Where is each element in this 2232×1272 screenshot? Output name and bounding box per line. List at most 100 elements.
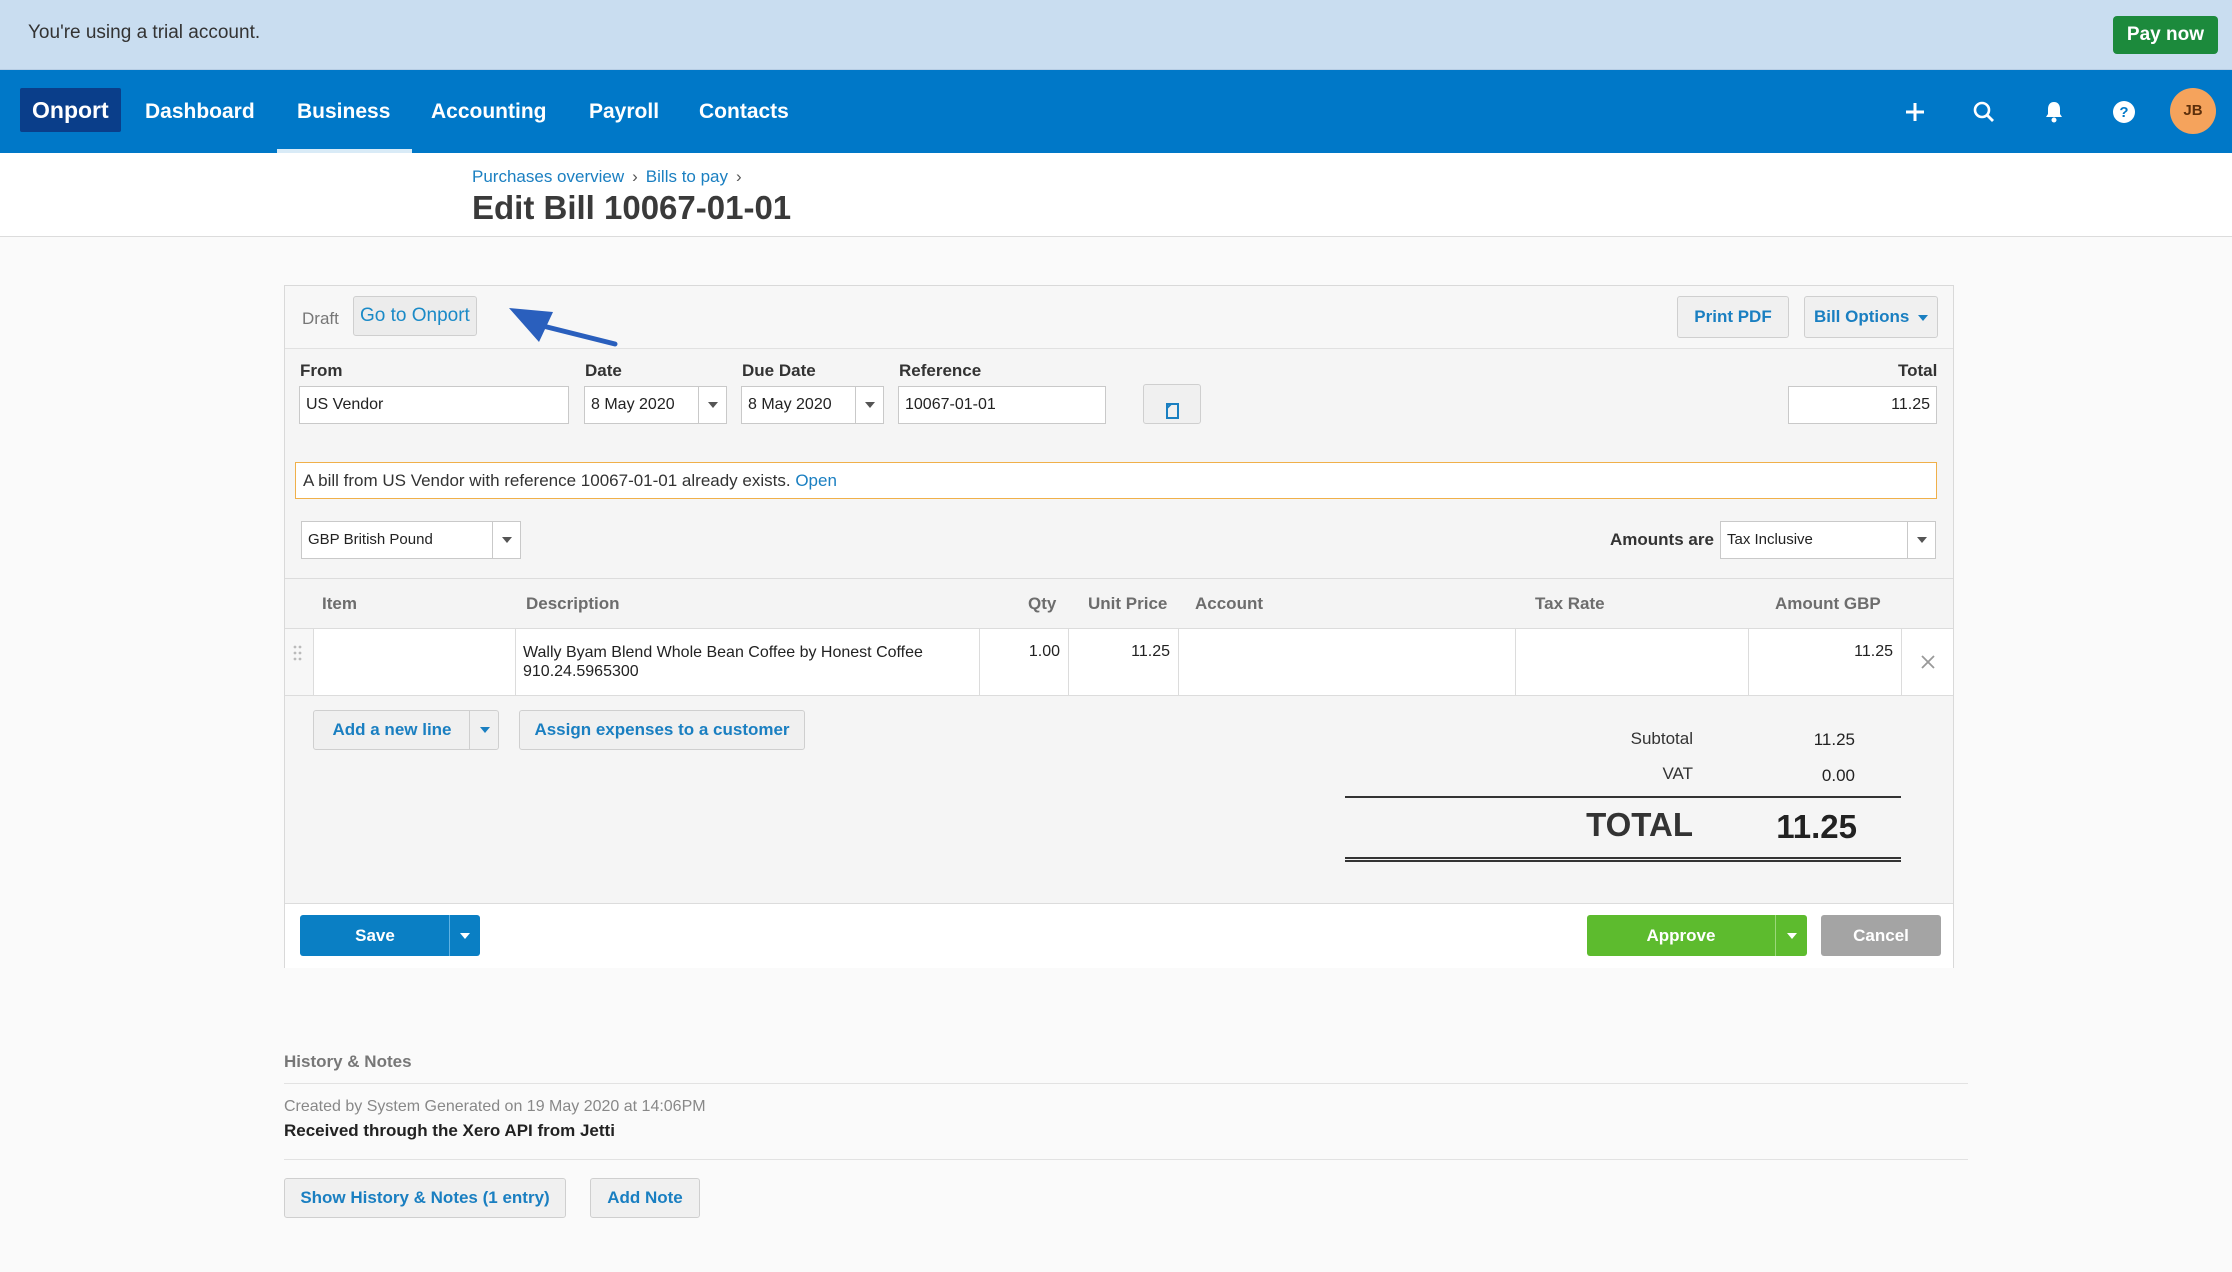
nav-contacts[interactable]: Contacts xyxy=(699,70,789,153)
duplicate-warning: A bill from US Vendor with reference 100… xyxy=(295,462,1937,499)
currency-select[interactable]: GBP British Pound xyxy=(301,521,521,559)
reference-field[interactable]: 10067-01-01 xyxy=(898,386,1106,424)
from-label: From xyxy=(300,361,343,380)
chevron-down-icon[interactable] xyxy=(855,387,883,423)
approve-group: Approve xyxy=(1587,915,1807,956)
plus-icon[interactable] xyxy=(1897,94,1933,130)
drag-handle-icon[interactable] xyxy=(285,629,313,695)
amount-cell[interactable]: 11.25 xyxy=(1748,629,1901,695)
svg-text:?: ? xyxy=(2119,104,2128,121)
item-cell[interactable] xyxy=(313,629,515,695)
amounts-are-label: Amounts are xyxy=(1610,530,1714,549)
bell-icon[interactable] xyxy=(2036,94,2072,130)
column-header: Description xyxy=(526,594,620,613)
vat-label: VAT xyxy=(1662,764,1693,783)
vat-value: 0.00 xyxy=(1821,766,1855,785)
chevron-down-icon[interactable] xyxy=(1907,522,1935,558)
grand-total-label: TOTAL xyxy=(1586,806,1693,843)
avatar[interactable]: JB xyxy=(2170,88,2216,134)
reference-label: Reference xyxy=(899,361,982,380)
page-title: Edit Bill 10067-01-01 xyxy=(472,189,792,226)
annotation-arrow-icon xyxy=(509,308,618,347)
due-date-label: Due Date xyxy=(742,361,816,380)
nav-business[interactable]: Business xyxy=(276,70,413,153)
column-header: Item xyxy=(322,594,357,613)
page-header: Purchases overview › Bills to pay › Edit Bi… xyxy=(0,153,2232,237)
go-to-onport-button[interactable]: Go to Onport xyxy=(353,296,477,336)
history-note: Received through the Xero API from Jetti xyxy=(284,1121,615,1140)
open-duplicate-link[interactable]: Open xyxy=(795,471,837,490)
add-line-group: Add a new line xyxy=(313,710,499,750)
nav-payroll[interactable]: Payroll xyxy=(589,70,659,153)
history-meta: Created by System Generated on 19 May 20… xyxy=(284,1098,706,1115)
bill-actions: Save Approve Cancel xyxy=(285,903,1953,968)
chevron-down-icon[interactable] xyxy=(1775,915,1807,956)
total-field[interactable]: 11.25 xyxy=(1788,386,1937,424)
from-field[interactable]: US Vendor xyxy=(299,386,569,424)
approve-button[interactable]: Approve xyxy=(1587,915,1775,956)
divider xyxy=(284,1159,1968,1160)
save-group: Save xyxy=(300,915,480,956)
breadcrumb: Purchases overview › Bills to pay › xyxy=(472,167,750,187)
search-icon[interactable] xyxy=(1966,94,2002,130)
breadcrumb-separator: › xyxy=(632,167,638,186)
print-pdf-button[interactable]: Print PDF xyxy=(1677,296,1789,338)
trial-text: You're using a trial account. xyxy=(28,22,261,43)
bill-options-button[interactable]: Bill Options xyxy=(1804,296,1938,338)
amounts-are-select[interactable]: Tax Inclusive xyxy=(1720,521,1936,559)
date-field[interactable]: 8 May 2020 xyxy=(584,386,727,424)
breadcrumb-bills-to-pay[interactable]: Bills to pay xyxy=(646,167,728,186)
description-line: 910.24.5965300 xyxy=(523,663,639,680)
status-badge: Draft xyxy=(302,309,339,328)
copy-reference-button[interactable] xyxy=(1143,384,1201,424)
column-header: Account xyxy=(1195,594,1263,613)
qty-cell[interactable]: 1.00 xyxy=(979,629,1068,695)
totals-divider xyxy=(1345,796,1901,798)
nav-dashboard[interactable]: Dashboard xyxy=(145,70,255,153)
chevron-down-icon[interactable] xyxy=(449,915,480,956)
description-line: Wally Byam Blend Whole Bean Coffee by Ho… xyxy=(523,644,923,661)
column-header: Qty xyxy=(1028,594,1057,613)
add-new-line-button[interactable]: Add a new line xyxy=(314,711,470,749)
column-header: Unit Price xyxy=(1088,594,1168,613)
account-cell[interactable] xyxy=(1178,629,1515,695)
totals-double-rule xyxy=(1345,857,1901,862)
chevron-down-icon[interactable] xyxy=(469,711,499,749)
grand-total-value: 11.25 xyxy=(1776,808,1857,845)
unit-price-cell[interactable]: 11.25 xyxy=(1068,629,1178,695)
table-row: Wally Byam Blend Whole Bean Coffee by Ho… xyxy=(285,628,1953,696)
date-value: 8 May 2020 xyxy=(591,396,675,413)
breadcrumb-separator: › xyxy=(736,167,742,186)
due-date-field[interactable]: 8 May 2020 xyxy=(741,386,884,424)
org-brand-button[interactable]: Onport xyxy=(20,88,121,132)
history-title: History & Notes xyxy=(284,1052,412,1071)
nav-accounting[interactable]: Accounting xyxy=(431,70,547,153)
pay-now-button[interactable]: Pay now xyxy=(2112,16,2218,54)
save-button[interactable]: Save xyxy=(300,915,450,956)
subtotal-label: Subtotal xyxy=(1630,729,1693,748)
help-icon[interactable]: ? xyxy=(2106,94,2142,130)
cancel-button[interactable]: Cancel xyxy=(1821,915,1941,956)
due-date-value: 8 May 2020 xyxy=(748,396,832,413)
breadcrumb-purchases-overview[interactable]: Purchases overview xyxy=(472,167,624,186)
currency-value: GBP British Pound xyxy=(308,531,433,548)
show-history-button[interactable]: Show History & Notes (1 entry) xyxy=(284,1178,566,1218)
column-header: Tax Rate xyxy=(1535,594,1605,613)
chevron-down-icon[interactable] xyxy=(492,522,520,558)
chevron-down-icon[interactable] xyxy=(698,387,726,423)
assign-expenses-button[interactable]: Assign expenses to a customer xyxy=(519,710,805,750)
description-cell[interactable]: Wally Byam Blend Whole Bean Coffee by Ho… xyxy=(515,629,979,695)
column-header: Amount GBP xyxy=(1775,594,1881,613)
divider xyxy=(284,1083,1968,1084)
chevron-down-icon xyxy=(1918,314,1929,321)
subtotal-value: 11.25 xyxy=(1813,730,1855,749)
top-nav: Onport Dashboard Business Accounting Pay… xyxy=(0,70,2232,153)
add-note-button[interactable]: Add Note xyxy=(590,1178,700,1218)
copy-icon xyxy=(1164,395,1180,435)
bill-panel: Draft Go to Onport Print PDF Bill Option… xyxy=(284,285,1954,968)
tax-rate-cell[interactable] xyxy=(1515,629,1748,695)
delete-line-icon[interactable] xyxy=(1901,629,1953,695)
total-label: Total xyxy=(1898,361,1938,380)
bill-options-label: Bill Options xyxy=(1813,307,1910,326)
date-label: Date xyxy=(585,361,622,380)
